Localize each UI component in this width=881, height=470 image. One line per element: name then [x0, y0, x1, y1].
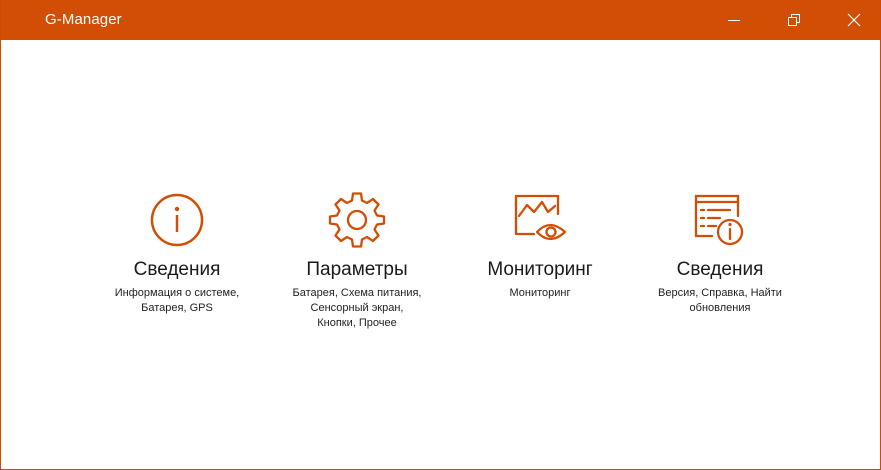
minimize-icon: [728, 20, 740, 21]
restore-button[interactable]: [771, 0, 817, 40]
minimize-button[interactable]: [711, 0, 757, 40]
monitoring-eye-icon: [510, 190, 570, 250]
tile-monitoring[interactable]: Мониторинг Мониторинг: [455, 190, 625, 301]
tile-description: Информация о системе, Батарея, GPS: [114, 287, 240, 314]
tile-about[interactable]: Сведения Версия, Справка, Найти обновлен…: [635, 190, 805, 316]
document-info-icon: [690, 190, 750, 250]
tile-description: Версия, Справка, Найти обновления: [658, 287, 782, 314]
tile-system-info[interactable]: Сведения Информация о системе, Батарея, …: [92, 190, 262, 316]
info-circle-icon: [147, 190, 207, 250]
gear-icon: [327, 190, 387, 250]
tile-heading: Параметры: [306, 259, 408, 280]
app-window: G-Manager Сведения Информация о системе,…: [0, 0, 881, 470]
window-title: G-Manager: [45, 11, 122, 28]
restore-icon: [788, 14, 800, 26]
tile-description: Батарея, Схема питания, Сенсорный экран,…: [292, 287, 422, 329]
close-icon: [847, 13, 861, 27]
title-bar[interactable]: G-Manager: [1, 0, 880, 40]
tile-heading: Мониторинг: [487, 259, 593, 280]
close-button[interactable]: [831, 0, 877, 40]
tile-heading: Сведения: [676, 259, 764, 280]
tile-description: Мониторинг: [509, 287, 571, 299]
tile-heading: Сведения: [133, 259, 221, 280]
tile-settings[interactable]: Параметры Батарея, Схема питания, Сенсор…: [272, 190, 442, 331]
